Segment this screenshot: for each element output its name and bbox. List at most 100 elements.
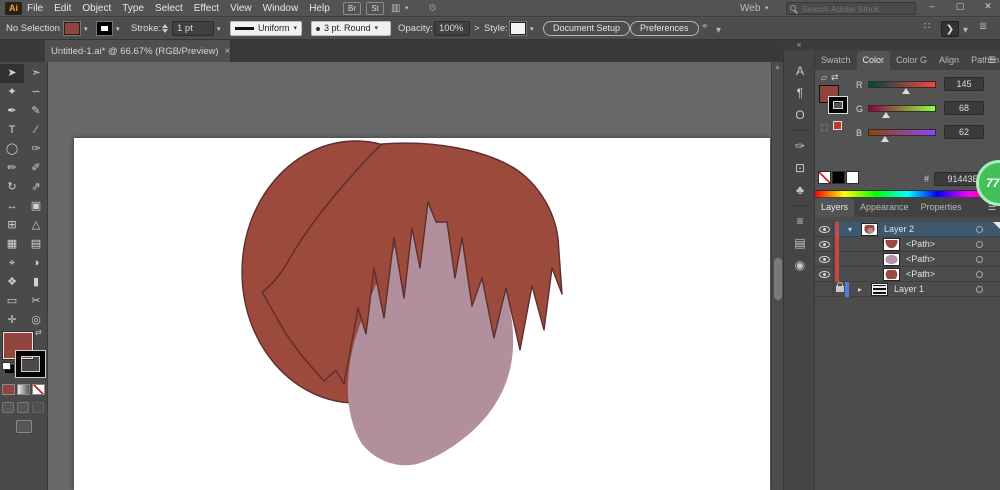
panel-menu-icon[interactable]: ☰ bbox=[988, 55, 996, 66]
fill-chevron-icon[interactable]: ▾ bbox=[84, 25, 88, 33]
brush-definition-select[interactable]: 3 pt. Round ▾ bbox=[311, 21, 391, 36]
swap-fill-stroke-icon[interactable]: ⇄ bbox=[35, 328, 42, 337]
eye-icon[interactable] bbox=[818, 225, 830, 233]
swap-colors-icon[interactable]: ⇄ bbox=[831, 72, 839, 83]
menu-effect[interactable]: Effect bbox=[194, 3, 219, 14]
target-circle-icon[interactable] bbox=[976, 285, 983, 293]
layer-row[interactable]: ▸ Layer 1 bbox=[815, 281, 1000, 297]
out-of-gamut-icon[interactable]: ⬚ bbox=[820, 122, 829, 133]
visibility-cell[interactable] bbox=[815, 251, 834, 267]
arrange-documents-icon[interactable]: ▥ bbox=[391, 2, 400, 15]
b-slider-thumb[interactable] bbox=[881, 136, 889, 142]
blend-tool[interactable]: ◑ bbox=[24, 254, 48, 273]
type-tool[interactable]: T bbox=[0, 121, 24, 140]
none-mode-button[interactable] bbox=[32, 384, 45, 395]
target-circle-icon[interactable] bbox=[976, 270, 983, 278]
stroke-width-field[interactable]: 1 pt bbox=[172, 21, 214, 36]
width-profile-select[interactable]: Uniform ▾ bbox=[230, 21, 302, 36]
menu-help[interactable]: Help bbox=[309, 3, 330, 14]
layer-thumbnail[interactable] bbox=[883, 252, 900, 266]
gradient-tool[interactable]: ▤ bbox=[24, 235, 48, 254]
ellipse-tool[interactable]: ◯ bbox=[0, 140, 24, 159]
control-options-chevron-icon[interactable]: ▾ bbox=[716, 25, 721, 36]
draw-inside-button[interactable] bbox=[32, 402, 44, 413]
hand-tool[interactable]: ✛ bbox=[0, 311, 24, 330]
visibility-cell[interactable] bbox=[815, 266, 834, 282]
menu-select[interactable]: Select bbox=[155, 3, 183, 14]
layer-thumbnail[interactable] bbox=[871, 282, 888, 296]
stroke-chevron-icon[interactable]: ▾ bbox=[116, 25, 120, 33]
gradient-panel-icon[interactable]: ▤ bbox=[784, 232, 816, 254]
pen-tool[interactable]: ✒ bbox=[0, 102, 24, 121]
none-swatch[interactable] bbox=[818, 171, 831, 184]
chevron-down-icon[interactable]: ▾ bbox=[843, 225, 857, 234]
panel-stroke-swatch[interactable] bbox=[829, 97, 847, 113]
menu-window[interactable]: Window bbox=[263, 3, 299, 14]
stock-button[interactable]: St bbox=[366, 2, 384, 15]
magic-wand-tool[interactable]: ✦ bbox=[0, 83, 24, 102]
menu-type[interactable]: Type bbox=[122, 3, 144, 14]
perspective-grid-tool[interactable]: △ bbox=[24, 216, 48, 235]
vertical-scrollbar[interactable]: ▲ bbox=[771, 62, 783, 490]
lasso-tool[interactable]: ∽ bbox=[24, 83, 48, 102]
lock-icon[interactable] bbox=[836, 282, 844, 292]
shape-builder-tool[interactable]: ⊞ bbox=[0, 216, 24, 235]
dock-arrangement-icon[interactable]: ❯ bbox=[941, 21, 959, 37]
menu-object[interactable]: Object bbox=[82, 3, 111, 14]
opacity-more-icon[interactable]: > bbox=[474, 23, 480, 34]
layer-row[interactable]: <Path> bbox=[815, 251, 1000, 267]
visibility-cell[interactable] bbox=[815, 236, 834, 252]
artwork-canvas[interactable] bbox=[74, 138, 770, 490]
artboard[interactable] bbox=[74, 138, 770, 490]
b-value-field[interactable]: 62 bbox=[944, 125, 984, 139]
menu-view[interactable]: View bbox=[230, 3, 252, 14]
stroke-width-stepper[interactable] bbox=[161, 22, 169, 35]
brushes-panel-icon[interactable]: ✑ bbox=[784, 135, 816, 157]
draw-behind-button[interactable] bbox=[17, 402, 29, 413]
libraries-panel-icon[interactable]: ⊡ bbox=[784, 157, 816, 179]
layer-row[interactable]: <Path> bbox=[815, 236, 1000, 252]
chevron-right-icon[interactable]: ▸ bbox=[853, 285, 867, 294]
black-swatch[interactable] bbox=[832, 171, 845, 184]
close-button[interactable]: ✕ bbox=[978, 1, 998, 12]
shaper-tool[interactable]: ✐ bbox=[24, 159, 48, 178]
paintbrush-tool[interactable]: ✑ bbox=[24, 140, 48, 159]
dock-arrangement-chevron-icon[interactable]: ▾ bbox=[963, 25, 968, 36]
draw-normal-button[interactable] bbox=[2, 402, 14, 413]
layer-row[interactable]: <Path> bbox=[815, 266, 1000, 282]
opacity-field[interactable]: 100% bbox=[434, 21, 470, 36]
touch-workspace-icon[interactable]: ∷ bbox=[924, 21, 930, 32]
style-chevron-icon[interactable]: ▾ bbox=[530, 25, 534, 33]
slice-tool[interactable]: ✂ bbox=[24, 292, 48, 311]
stroke-color-swatch[interactable] bbox=[97, 22, 112, 35]
tab-close-icon[interactable]: × bbox=[225, 46, 231, 57]
target-circle-icon[interactable] bbox=[976, 240, 983, 248]
selection-tool[interactable]: ➤ bbox=[0, 64, 24, 83]
color-mode-button[interactable] bbox=[2, 384, 15, 395]
workspace-switcher[interactable]: Web bbox=[740, 2, 760, 15]
r-slider[interactable] bbox=[868, 81, 936, 88]
scale-tool[interactable]: ⇗ bbox=[24, 178, 48, 197]
character-panel-icon[interactable]: A bbox=[784, 60, 816, 82]
symbol-sprayer-tool[interactable]: ❖ bbox=[0, 273, 24, 292]
screen-mode-icon[interactable] bbox=[16, 420, 32, 433]
transparency-panel-icon[interactable]: ◉ bbox=[784, 254, 816, 276]
panel-tab-align[interactable]: Align bbox=[933, 51, 965, 70]
line-segment-tool[interactable]: ∕ bbox=[24, 121, 48, 140]
document-tab[interactable]: Untitled-1.ai* @ 66.67% (RGB/Preview) × bbox=[45, 40, 231, 62]
visibility-cell[interactable] bbox=[815, 221, 834, 237]
g-slider-thumb[interactable] bbox=[882, 112, 890, 118]
eye-icon[interactable] bbox=[818, 255, 830, 263]
eye-icon[interactable] bbox=[818, 270, 830, 278]
white-swatch[interactable] bbox=[846, 171, 859, 184]
document-setup-button[interactable]: Document Setup bbox=[543, 21, 631, 36]
rotate-tool[interactable]: ↻ bbox=[0, 178, 24, 197]
scrollbar-thumb[interactable] bbox=[773, 258, 782, 300]
fill-color-swatch[interactable] bbox=[64, 22, 80, 35]
curvature-tool[interactable]: ✎ bbox=[24, 102, 48, 121]
style-swatch[interactable] bbox=[510, 22, 526, 35]
column-graph-tool[interactable]: ▮ bbox=[24, 273, 48, 292]
width-tool[interactable]: ↔ bbox=[0, 197, 24, 216]
direct-selection-tool[interactable]: ➣ bbox=[24, 64, 48, 83]
target-circle-icon[interactable] bbox=[976, 225, 983, 233]
